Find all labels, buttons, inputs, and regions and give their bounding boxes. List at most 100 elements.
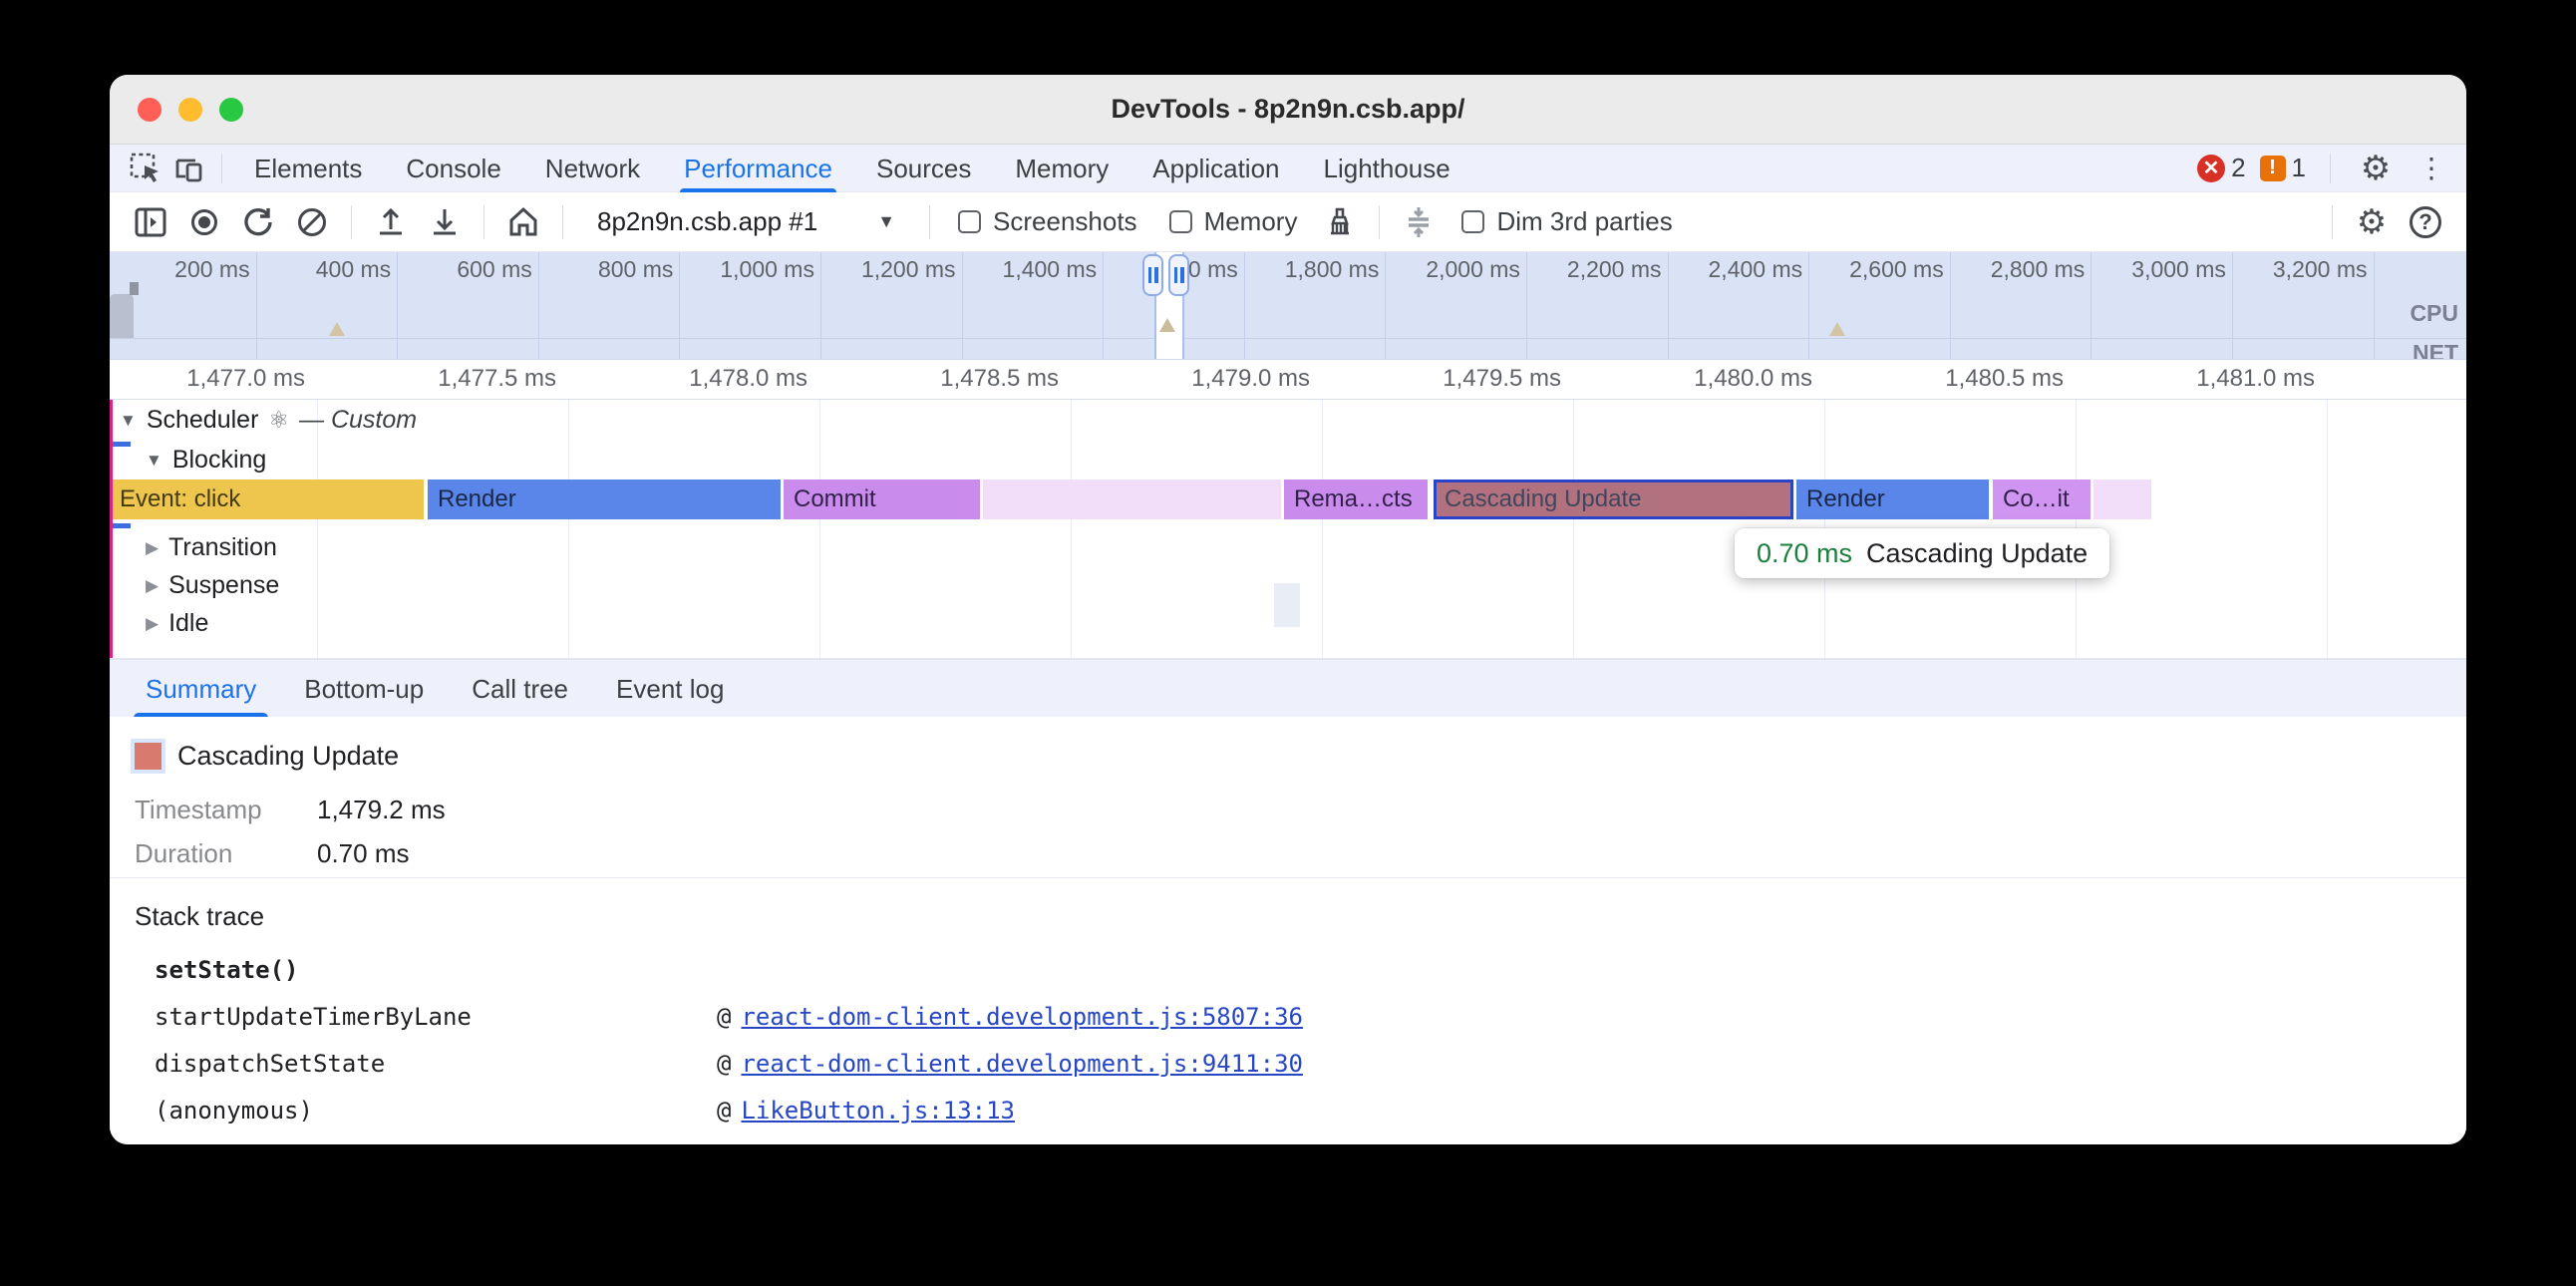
lane-idle[interactable]: ▶ Idle [146,609,208,638]
inspect-element-icon[interactable] [124,149,167,188]
upload-profile-icon[interactable] [368,200,414,244]
tab-performance[interactable]: Performance [662,145,854,192]
cpu-activity-shape [130,282,139,295]
reload-record-icon[interactable] [235,200,281,244]
flame-chart-tracks[interactable]: ▼ Scheduler ⚛ — Custom ▼ Blocking Event:… [110,400,2466,659]
warning-badge[interactable]: ! 1 [2260,153,2306,183]
overview-tick: 800 ms [539,252,681,359]
cpu-activity-shape [110,294,134,338]
lane-transition[interactable]: ▶ Transition [146,533,277,562]
duration-row: Duration 0.70 ms [135,838,410,869]
source-link[interactable]: LikeButton.js:13:13 [741,1097,1015,1125]
tab-summary[interactable]: Summary [122,660,280,718]
lane-suspense[interactable]: ▶ Suspense [146,571,279,600]
dim-3rd-parties-checkbox-row[interactable]: Dim 3rd parties [1461,206,1672,237]
record-icon[interactable] [181,200,227,244]
lane-suspense-label: Suspense [168,571,279,600]
tab-bottom-up[interactable]: Bottom-up [280,660,448,718]
memory-checkbox[interactable] [1169,210,1192,233]
tab-memory[interactable]: Memory [993,145,1130,192]
download-profile-icon[interactable] [422,200,468,244]
overview-tick: 2,600 ms [1809,252,1951,359]
ruler-tick: 1,477.0 ms [110,365,313,393]
flame-bar-event-click[interactable]: Event: click [110,480,424,519]
zoom-window-button[interactable] [219,98,243,122]
tab-sources[interactable]: Sources [854,145,993,192]
overview-tick: 1,200 ms [821,252,963,359]
stack-trace-list: setState() startUpdateTimerByLane @react… [155,956,1303,1143]
expand-triangle-icon[interactable]: ▼ [146,451,162,471]
selection-right-handle[interactable] [1168,254,1189,296]
dim-3rd-parties-label: Dim 3rd parties [1496,206,1672,237]
cpu-baseline [110,338,2466,339]
cpu-lane-label: CPU [2410,300,2458,327]
tab-network[interactable]: Network [523,145,662,192]
source-link[interactable]: react-dom-client.development.js:9411:30 [741,1050,1303,1078]
tab-event-log[interactable]: Event log [592,660,748,718]
error-badge[interactable]: ✕ 2 [2197,153,2245,183]
panel-settings-gear-icon[interactable]: ⚙ [2351,201,2393,243]
garbage-collect-icon[interactable] [1317,200,1363,244]
tab-console[interactable]: Console [384,145,522,192]
flame-bar-remaining-effects[interactable]: Rema…cts [1284,480,1428,519]
ruler-tick: 1,478.5 ms [815,365,1067,393]
collapsed-triangle-icon[interactable]: ▶ [146,576,159,596]
timestamp-row: Timestamp 1,479.2 ms [135,795,446,825]
memory-checkbox-row[interactable]: Memory [1169,206,1298,237]
home-icon[interactable] [500,200,546,244]
clear-icon[interactable] [289,200,335,244]
dim-3rd-parties-checkbox[interactable] [1461,210,1484,233]
device-toolbar-icon[interactable] [167,149,211,188]
flame-bar-commit[interactable]: Commit [784,480,980,519]
overview-tick: 1,000 ms [680,252,821,359]
lane-transition-label: Transition [168,533,277,562]
timeline-overview[interactable]: 200 ms 400 ms 600 ms 800 ms 1,000 ms 1,2… [110,252,2466,360]
track-custom-badge: — Custom [299,406,417,435]
memory-label: Memory [1204,206,1298,237]
profile-select[interactable]: 8p2n9n.csb.app #1 ▼ [579,206,913,237]
error-count: 2 [2231,153,2245,183]
flame-bar-idle-span[interactable] [2093,480,2151,519]
tab-application[interactable]: Application [1130,145,1301,192]
scroll-indicator [1274,583,1300,627]
tab-lighthouse[interactable]: Lighthouse [1302,145,1472,192]
flame-bar-cascading-update-selected[interactable]: Cascading Update [1434,480,1793,519]
close-window-button[interactable] [138,98,161,122]
collapsed-triangle-icon[interactable]: ▶ [146,614,159,634]
lane-blocking[interactable]: ▼ Blocking [146,446,266,475]
toggle-sidebar-icon[interactable] [128,200,173,244]
screenshots-label: Screenshots [993,206,1137,237]
flame-bar-render-2[interactable]: Render [1796,480,1989,519]
flame-bar-idle-span[interactable] [983,480,1281,519]
screenshots-checkbox-row[interactable]: Screenshots [958,206,1137,237]
ruler-tick: 1,481.0 ms [2072,365,2323,393]
screenshots-checkbox[interactable] [958,210,981,233]
tab-call-tree[interactable]: Call tree [448,660,592,718]
collapse-tracks-icon[interactable] [1396,200,1442,244]
ruler-tick: 1,477.5 ms [313,365,564,393]
timeline-cursor-line [110,400,113,658]
track-scheduler[interactable]: ▼ Scheduler ⚛ — Custom [120,406,417,435]
help-icon[interactable]: ? [2403,200,2448,244]
settings-gear-icon[interactable]: ⚙ [2355,148,2397,189]
source-link[interactable]: react-dom-client.development.js:5807:36 [741,1003,1303,1031]
net-lane-label: NET [2413,340,2458,360]
at-symbol: @ [717,1050,731,1078]
tab-elements[interactable]: Elements [232,145,384,192]
flame-bar-commit-2[interactable]: Co…it [1993,480,2091,519]
performance-toolbar: 8p2n9n.csb.app #1 ▼ Screenshots Memory D… [110,192,2466,252]
stack-frame: setState() [155,956,1303,984]
react-atom-icon: ⚛ [268,407,289,434]
minimize-window-button[interactable] [178,98,202,122]
marker-triangle [1829,322,1845,336]
collapsed-triangle-icon[interactable]: ▶ [146,538,159,558]
selection-left-handle[interactable] [1142,254,1163,296]
timeline-ruler[interactable]: 1,477.0 ms 1,477.5 ms 1,478.0 ms 1,478.5… [110,360,2466,400]
expand-triangle-icon[interactable]: ▼ [120,411,137,431]
separator [2330,154,2331,183]
kebab-menu-icon[interactable]: ⋮ [2411,148,2452,189]
details-tabbar: Summary Bottom-up Call tree Event log [110,659,2466,717]
duration-value: 0.70 ms [317,838,410,869]
flame-bar-render[interactable]: Render [428,480,781,519]
window-title: DevTools - 8p2n9n.csb.app/ [1111,94,1464,125]
